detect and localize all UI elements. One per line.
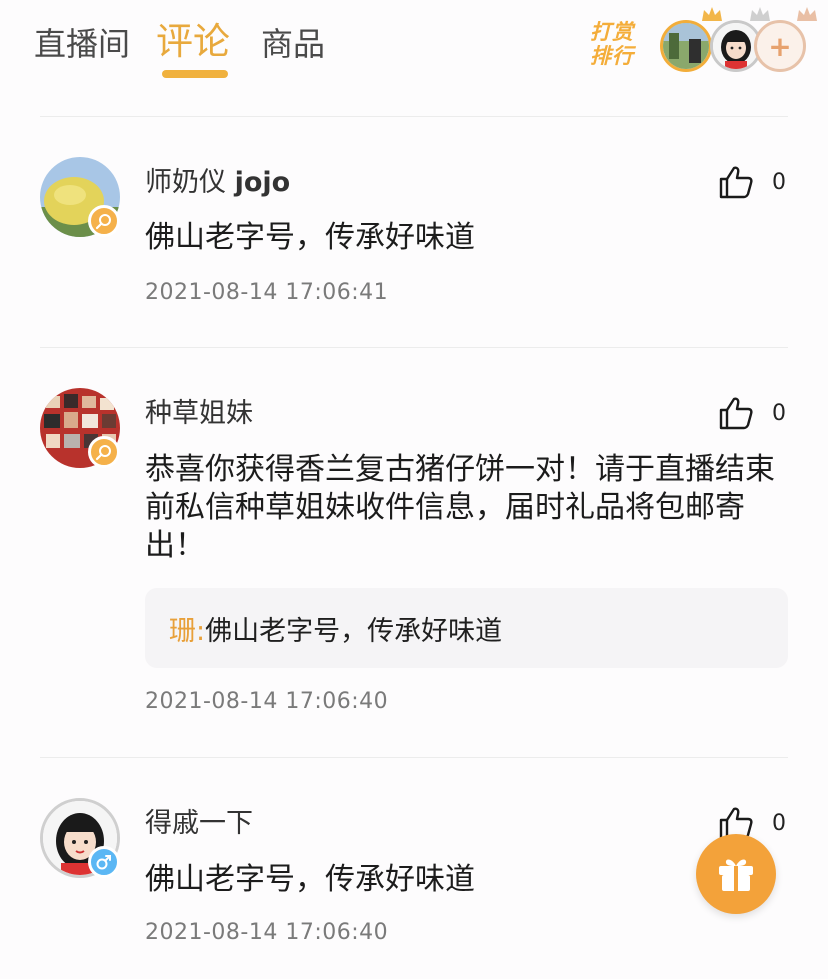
divider	[40, 116, 788, 117]
add-tip-button[interactable]: +	[754, 20, 806, 72]
comment-username[interactable]: 种草姐妹	[145, 397, 253, 431]
username-text: 得戚一下	[145, 808, 253, 839]
thumbs-up-icon	[719, 397, 753, 430]
comment-username[interactable]: 师奶仪 jojo	[145, 166, 290, 200]
male-icon	[88, 846, 120, 878]
tab-products[interactable]: 商品	[261, 22, 325, 66]
like-button[interactable]: 0	[718, 164, 788, 200]
comment-text: 佛山老字号，传承好味道	[145, 220, 475, 255]
gift-button[interactable]	[696, 834, 776, 914]
gold-crown-icon	[702, 7, 722, 21]
tab-live-room[interactable]: 直播间	[34, 22, 130, 66]
tab-comments[interactable]: 评论	[156, 20, 230, 64]
divider	[40, 347, 788, 348]
comment-time: 2021-08-14 17:06:40	[145, 689, 389, 714]
like-count: 0	[772, 810, 786, 836]
reply-author: 珊:	[169, 615, 206, 647]
comment-text: 恭喜你获得香兰复古猪仔饼一对！请于直播结束前私信种草姐妹收件信息，届时礼品将包邮…	[145, 452, 775, 563]
username-text: 师奶仪	[145, 167, 226, 198]
bronze-crown-icon	[797, 7, 817, 21]
quoted-reply: 珊: 佛山老字号，传承好味道	[145, 588, 788, 668]
rank-1-avatar[interactable]	[660, 20, 712, 72]
username-tag: jojo	[234, 167, 291, 198]
like-button[interactable]: 0	[718, 395, 788, 431]
silver-crown-icon	[750, 7, 770, 21]
active-tab-indicator	[162, 70, 228, 78]
tip-ranking-label[interactable]: 打赏排行	[590, 20, 652, 68]
like-count: 0	[772, 400, 786, 426]
search-icon	[88, 436, 120, 468]
search-icon	[88, 205, 120, 237]
thumbs-up-icon	[719, 166, 753, 199]
like-count: 0	[772, 169, 786, 195]
comment-time: 2021-08-14 17:06:41	[145, 280, 389, 305]
reply-text: 佛山老字号，传承好味道	[205, 615, 503, 647]
comment-text: 佛山老字号，传承好味道	[145, 862, 475, 897]
top-tab-bar: 直播间 评论 商品 打赏排行 +	[0, 0, 828, 116]
comment-time: 2021-08-14 17:06:40	[145, 920, 389, 945]
divider	[40, 757, 788, 758]
comment-username[interactable]: 得戚一下	[145, 807, 253, 841]
gift-icon	[719, 859, 753, 891]
plus-icon: +	[768, 29, 792, 63]
username-text: 种草姐妹	[145, 398, 253, 429]
